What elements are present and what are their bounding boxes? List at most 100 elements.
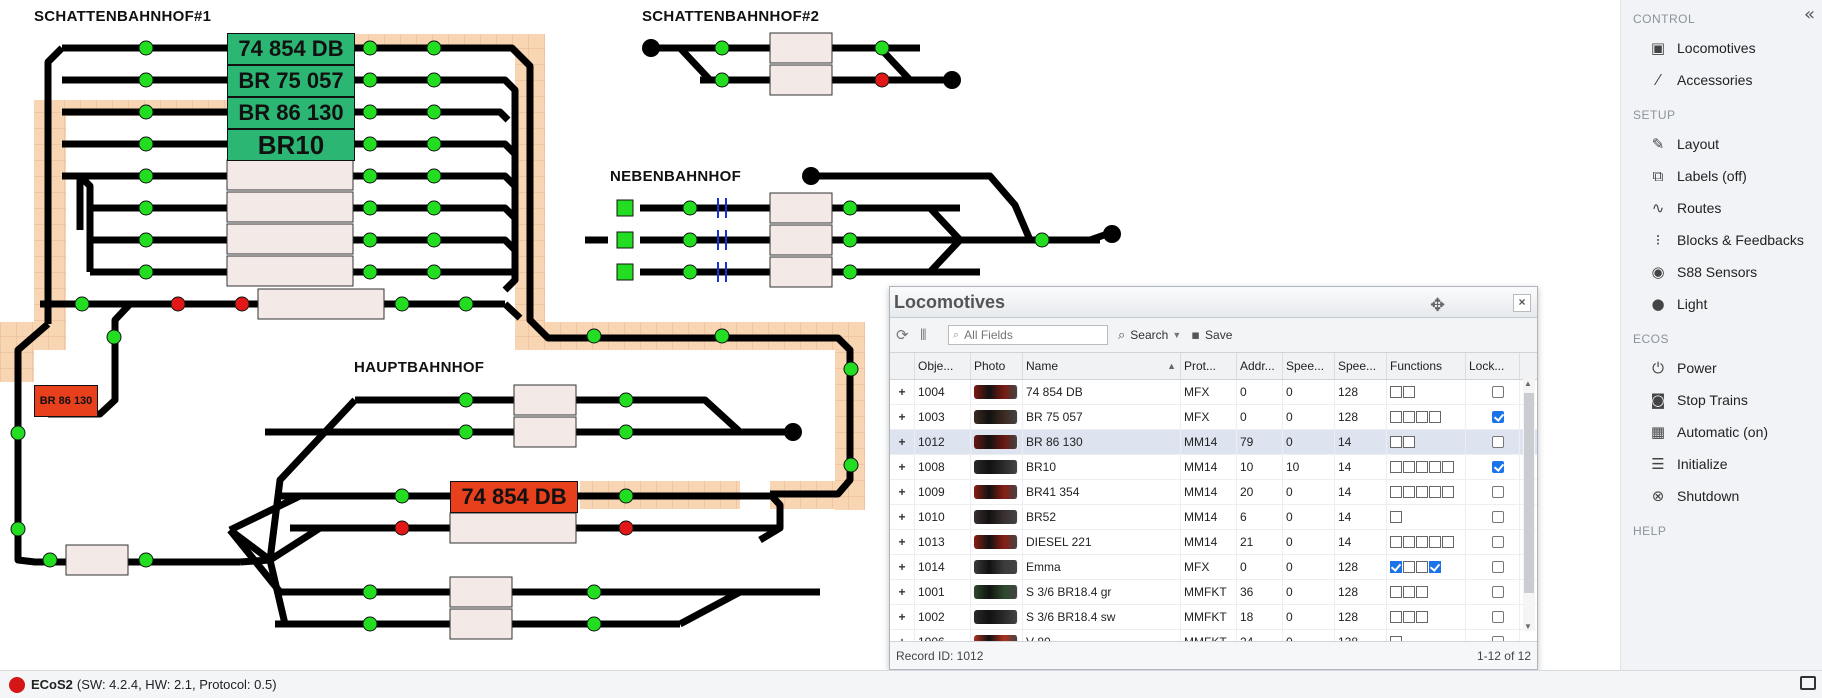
sidebar-item-shutdown[interactable]: ⊗ Shutdown [1621, 480, 1822, 512]
function-toggle[interactable] [1442, 486, 1454, 498]
function-toggle[interactable] [1390, 461, 1402, 473]
sidebar-item-power[interactable]: ⏻ Power [1621, 352, 1822, 384]
expand-row-button[interactable]: + [890, 580, 915, 604]
table-row[interactable]: +1010 BR52 MM14 6 0 14 [890, 505, 1537, 530]
locked-checkbox[interactable] [1492, 411, 1504, 423]
expand-row-button[interactable]: + [890, 380, 915, 404]
col-locked[interactable]: Lock... [1466, 353, 1520, 379]
expand-row-button[interactable]: + [890, 605, 915, 629]
function-toggle[interactable] [1403, 536, 1415, 548]
function-toggle[interactable] [1416, 561, 1428, 573]
expand-row-button[interactable]: + [890, 480, 915, 504]
function-toggle[interactable] [1416, 611, 1428, 623]
function-toggle[interactable] [1416, 461, 1428, 473]
search-button[interactable]: ⌕ Search ▼ [1118, 328, 1181, 343]
function-toggle[interactable] [1390, 511, 1402, 523]
block-left-loop[interactable]: BR 86 130 [34, 385, 98, 417]
function-toggle[interactable] [1416, 486, 1428, 498]
function-toggle[interactable] [1403, 586, 1415, 598]
function-toggle[interactable] [1403, 461, 1415, 473]
block-sb1-track3[interactable]: BR 86 130 [227, 97, 355, 129]
expand-row-button[interactable]: + [890, 530, 915, 554]
function-toggle[interactable] [1403, 386, 1415, 398]
table-row[interactable]: +1009 BR41 354 MM14 20 0 14 [890, 480, 1537, 505]
block-sb1-track4[interactable]: BR10 [227, 129, 355, 161]
panel-title-bar[interactable]: Locomotives ✥ × [890, 287, 1537, 318]
function-toggle[interactable] [1390, 486, 1402, 498]
search-field[interactable]: ⌕ [948, 325, 1108, 345]
locked-checkbox[interactable] [1492, 561, 1504, 573]
sidebar-item-light[interactable]: ● Light [1621, 288, 1822, 320]
locked-checkbox[interactable] [1492, 586, 1504, 598]
block-sb1-track1[interactable]: 74 854 DB [227, 33, 355, 65]
function-toggle[interactable] [1403, 411, 1415, 423]
locked-checkbox[interactable] [1492, 536, 1504, 548]
function-toggle[interactable] [1416, 411, 1428, 423]
function-toggle[interactable] [1442, 461, 1454, 473]
block-hbf-track[interactable]: 74 854 DB [450, 481, 578, 513]
function-toggle[interactable] [1429, 411, 1441, 423]
table-row[interactable]: +1014 Emma MFX 0 0 128 [890, 555, 1537, 580]
function-toggle[interactable] [1403, 436, 1415, 448]
scroll-thumb[interactable] [1524, 393, 1534, 593]
collapse-sidebar-icon[interactable]: « [1804, 4, 1815, 25]
function-toggle[interactable] [1390, 411, 1402, 423]
col-protocol[interactable]: Prot... [1181, 353, 1237, 379]
col-speed-steps[interactable]: Spee... [1335, 353, 1387, 379]
col-photo[interactable]: Photo [971, 353, 1023, 379]
function-toggle[interactable] [1429, 536, 1441, 548]
col-functions[interactable]: Functions [1387, 353, 1466, 379]
locked-checkbox[interactable] [1492, 461, 1504, 473]
expand-row-button[interactable]: + [890, 505, 915, 529]
locked-checkbox[interactable] [1492, 386, 1504, 398]
sidebar-item-initialize[interactable]: ☰ Initialize [1621, 448, 1822, 480]
move-icon[interactable]: ✥ [1430, 291, 1445, 321]
locked-checkbox[interactable] [1492, 436, 1504, 448]
table-row[interactable]: +1008 BR10 MM14 10 10 14 [890, 455, 1537, 480]
keyboard-icon[interactable] [1800, 676, 1816, 690]
expand-row-button[interactable]: + [890, 555, 915, 579]
function-toggle[interactable] [1390, 611, 1402, 623]
function-toggle[interactable] [1429, 461, 1441, 473]
table-row[interactable]: +1001 S 3/6 BR18.4 gr MMFKT 36 0 128 [890, 580, 1537, 605]
function-toggle[interactable] [1390, 536, 1402, 548]
save-button[interactable]: ▪ Save [1191, 328, 1232, 343]
function-toggle[interactable] [1416, 586, 1428, 598]
expand-row-button[interactable]: + [890, 455, 915, 479]
table-row[interactable]: +1004 74 854 DB MFX 0 0 128 [890, 380, 1537, 405]
locomotives-panel[interactable]: Locomotives ✥ × ⟳ ⦀ ⌕ ⌕ Search ▼ ▪ Save … [889, 286, 1538, 670]
scroll-up-icon[interactable]: ▲ [1524, 379, 1532, 388]
locked-checkbox[interactable] [1492, 611, 1504, 623]
col-name[interactable]: Name ▲ [1023, 353, 1181, 379]
sidebar-item-stop-trains[interactable]: ◙ Stop Trains [1621, 384, 1822, 416]
sidebar-item-accessories[interactable]: ⁄ Accessories [1621, 64, 1822, 96]
columns-icon[interactable]: ⦀ [920, 326, 938, 344]
col-address[interactable]: Addr... [1237, 353, 1283, 379]
sidebar-item-locomotives[interactable]: ▣ Locomotives [1621, 32, 1822, 64]
function-toggle[interactable] [1390, 436, 1402, 448]
function-toggle[interactable] [1429, 561, 1441, 573]
expand-row-button[interactable]: + [890, 405, 915, 429]
sidebar-item-s88[interactable]: ◉ S88 Sensors [1621, 256, 1822, 288]
function-toggle[interactable] [1429, 486, 1441, 498]
block-sb1-track2[interactable]: BR 75 057 [227, 65, 355, 97]
function-toggle[interactable] [1416, 536, 1428, 548]
close-panel-button[interactable]: × [1513, 294, 1531, 312]
expand-row-button[interactable]: + [890, 430, 915, 454]
table-row[interactable]: +1003 BR 75 057 MFX 0 0 128 [890, 405, 1537, 430]
table-row[interactable]: +1002 S 3/6 BR18.4 sw MMFKT 18 0 128 [890, 605, 1537, 630]
function-toggle[interactable] [1390, 561, 1402, 573]
sidebar-item-layout[interactable]: ✎ Layout [1621, 128, 1822, 160]
function-toggle[interactable] [1403, 611, 1415, 623]
function-toggle[interactable] [1390, 586, 1402, 598]
refresh-icon[interactable]: ⟳ [896, 326, 914, 344]
col-speed[interactable]: Spee... [1283, 353, 1335, 379]
table-row[interactable]: +1012 BR 86 130 MM14 79 0 14 [890, 430, 1537, 455]
function-toggle[interactable] [1403, 561, 1415, 573]
sidebar-item-labels[interactable]: ⧉ Labels (off) [1621, 160, 1822, 192]
locked-checkbox[interactable] [1492, 511, 1504, 523]
scroll-down-icon[interactable]: ▼ [1524, 622, 1532, 631]
col-object-id[interactable]: Obje... [915, 353, 971, 379]
table-row[interactable]: +1013 DIESEL 221 MM14 21 0 14 [890, 530, 1537, 555]
function-toggle[interactable] [1442, 536, 1454, 548]
